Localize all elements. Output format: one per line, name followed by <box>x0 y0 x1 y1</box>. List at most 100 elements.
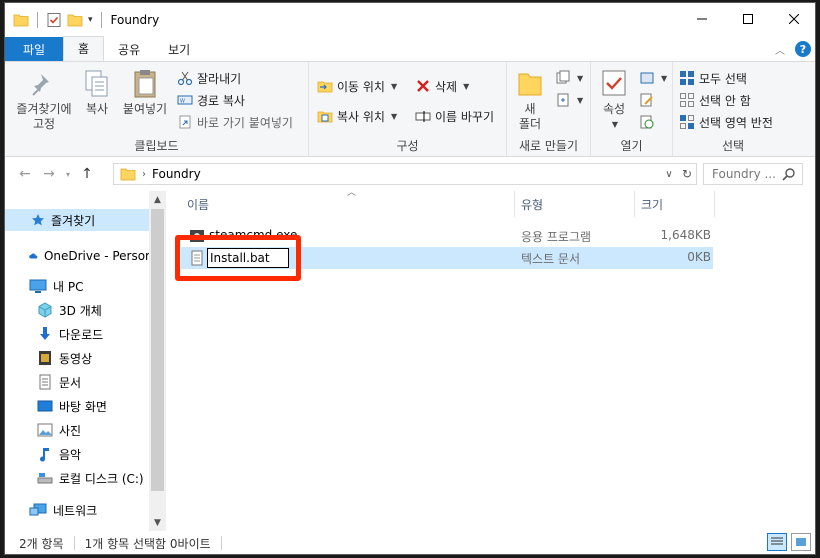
properties-check-icon[interactable] <box>46 12 62 28</box>
copy-to-label: 복사 위치 <box>337 109 385 124</box>
history-icon <box>640 115 654 129</box>
column-header-name[interactable]: 이름 <box>181 191 515 217</box>
open-button[interactable]: ▼ <box>639 68 667 88</box>
nav-item-label: 문서 <box>59 375 82 390</box>
organize-group: 이동 위치 ▼ 복사 위치 ▼ 삭제 ▼ 이름 바꾸기 구성 <box>309 62 507 156</box>
paste-icon <box>134 70 156 98</box>
copy-to-button[interactable]: 복사 위치 ▼ <box>317 106 397 126</box>
invert-selection-button[interactable]: 선택 영역 반전 <box>679 112 773 132</box>
nav-item-onedrive[interactable]: OneDrive - Persor <box>5 245 150 267</box>
new-folder-button[interactable]: 새 폴더 <box>513 68 547 132</box>
new-item-button[interactable]: ▼ <box>555 68 583 88</box>
breadcrumb-current[interactable]: Foundry <box>152 167 201 181</box>
nav-item-pictures[interactable]: 사진 <box>5 419 150 441</box>
maximize-icon <box>743 14 753 24</box>
nav-item-desktop[interactable]: 바탕 화면 <box>5 395 150 417</box>
open-dropdown-icon: ▼ <box>661 73 668 83</box>
nav-item-label: 내 PC <box>53 279 84 294</box>
easy-access-icon <box>557 93 569 107</box>
nav-item-label: 로컬 디스크 (C:) <box>59 471 144 486</box>
scissors-icon <box>177 71 193 86</box>
invert-selection-icon <box>680 115 694 129</box>
delete-x-icon <box>417 80 429 92</box>
select-group: 모두 선택 선택 안 함 선택 영역 반전 선택 <box>673 62 793 156</box>
nav-item-downloads[interactable]: 다운로드 <box>5 323 150 345</box>
maximize-button[interactable] <box>725 3 771 35</box>
nav-item-network[interactable]: 네트워크 <box>5 499 150 521</box>
music-icon <box>40 448 49 462</box>
back-arrow-icon[interactable]: ← <box>13 166 37 182</box>
properties-button[interactable]: 속성 ▼ <box>597 68 631 132</box>
refresh-icon[interactable]: ↻ <box>678 167 696 181</box>
up-arrow-icon[interactable]: ↑ <box>75 166 99 182</box>
copy-button[interactable]: 복사 <box>79 68 115 117</box>
address-bar[interactable]: › Foundry ∨ ↻ <box>113 163 697 185</box>
folder-icon <box>13 14 29 27</box>
organize-group-label: 구성 <box>396 139 419 153</box>
large-icons-view-button[interactable] <box>791 533 811 551</box>
select-none-button[interactable]: 선택 안 함 <box>679 90 751 110</box>
navigation-pane-scrollbar[interactable]: ▲ ▼ <box>149 191 166 531</box>
qat-dropdown-icon[interactable]: ▾ <box>88 15 93 25</box>
ribbon: 즐겨찾기에 고정 복사 붙여넣기 잘라내기 W 경로 복사 바로 가기 붙여넣기 <box>5 61 815 157</box>
select-all-button[interactable]: 모두 선택 <box>679 68 747 88</box>
star-icon <box>32 214 44 226</box>
nav-item-documents[interactable]: 문서 <box>5 371 150 393</box>
video-icon <box>39 351 51 365</box>
delete-button[interactable]: 삭제 ▼ <box>415 76 469 96</box>
nav-item-local-disk[interactable]: 로컬 디스크 (C:) <box>5 467 150 489</box>
scroll-up-icon[interactable]: ▲ <box>149 191 166 208</box>
collapse-ribbon-icon[interactable]: ︿ <box>775 42 785 57</box>
paste-shortcut-button[interactable]: 바로 가기 붙여넣기 <box>177 112 293 132</box>
tab-file[interactable]: 파일 <box>5 37 63 61</box>
tab-home[interactable]: 홈 <box>63 36 105 61</box>
address-dropdown-icon[interactable]: ∨ <box>660 169 678 180</box>
item-count: 2개 항목 <box>19 536 64 551</box>
new-group: 새 폴더 ▼ ▼ 새로 만들기 <box>507 62 591 156</box>
paste-button[interactable]: 붙여넣기 <box>119 68 171 117</box>
search-icon <box>782 168 795 181</box>
column-header-type[interactable]: 유형 <box>515 191 635 217</box>
easy-access-button[interactable]: ▼ <box>555 90 583 110</box>
history-button[interactable] <box>639 112 655 132</box>
move-to-dropdown-icon: ▼ <box>390 81 398 91</box>
pc-icon <box>29 279 47 293</box>
edit-button[interactable] <box>639 90 655 110</box>
move-to-button[interactable]: 이동 위치 ▼ <box>317 76 397 96</box>
file-type: 응용 프로그램 <box>521 230 592 244</box>
close-button[interactable] <box>771 3 815 35</box>
invert-selection-label: 선택 영역 반전 <box>699 115 773 130</box>
nav-item-quick-access[interactable]: 즐겨찾기 <box>5 209 150 231</box>
new-folder-icon <box>518 73 542 96</box>
nav-item-music[interactable]: 음악 <box>5 443 150 465</box>
minimize-button[interactable] <box>679 3 725 35</box>
properties-dropdown-icon: ▼ <box>611 120 619 129</box>
rename-button[interactable]: 이름 바꾸기 <box>415 106 494 126</box>
new-folder-icon[interactable] <box>67 12 83 28</box>
delete-dropdown-icon: ▼ <box>463 81 470 91</box>
pin-to-quick-access-button[interactable]: 즐겨찾기에 고정 <box>11 68 77 132</box>
tab-share[interactable]: 공유 <box>104 37 154 61</box>
drive-icon <box>37 473 53 484</box>
copy-path-button[interactable]: W 경로 복사 <box>177 90 245 110</box>
details-view-button[interactable] <box>767 533 787 551</box>
scroll-down-icon[interactable]: ▼ <box>149 514 166 531</box>
nav-item-3d-objects[interactable]: 3D 개체 <box>5 299 150 321</box>
cut-button[interactable]: 잘라내기 <box>177 68 241 88</box>
search-input[interactable]: Foundry ... <box>712 167 776 181</box>
recent-locations-icon[interactable]: ▾ <box>61 170 75 179</box>
delete-label: 삭제 <box>435 79 458 94</box>
help-icon[interactable]: ? <box>795 41 811 57</box>
properties-label: 속성 <box>602 102 626 116</box>
copy-to-icon <box>317 111 333 123</box>
tab-view[interactable]: 보기 <box>154 37 204 61</box>
nav-item-videos[interactable]: 동영상 <box>5 347 150 369</box>
ribbon-right-controls: ︿ ? <box>775 41 811 57</box>
copy-path-icon: W <box>177 95 193 105</box>
column-header-size[interactable]: 크기 <box>635 191 715 217</box>
forward-arrow-icon[interactable]: → <box>37 166 61 182</box>
clipboard-group: 즐겨찾기에 고정 복사 붙여넣기 잘라내기 W 경로 복사 바로 가기 붙여넣기 <box>5 62 309 156</box>
nav-item-this-pc[interactable]: 내 PC <box>5 275 150 297</box>
scrollbar-thumb[interactable] <box>151 209 164 491</box>
search-box[interactable]: Foundry ... <box>703 163 803 185</box>
